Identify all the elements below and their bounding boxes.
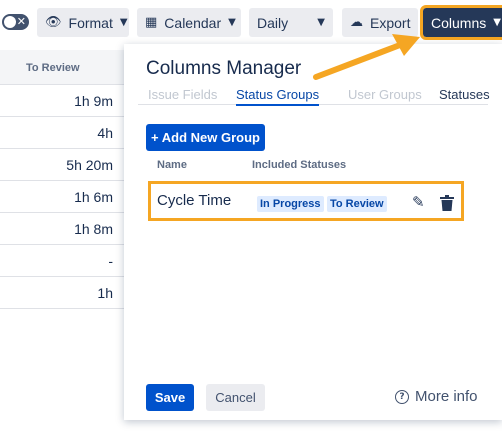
interval-select[interactable]: Daily ▼ — [249, 8, 333, 37]
table-row: 1h 9m — [0, 85, 130, 117]
dialog-title: Columns Manager — [146, 58, 302, 79]
export-button[interactable]: ☁ Export — [342, 8, 418, 37]
tab-bar: Issue Fields Status Groups User Groups S… — [138, 82, 490, 106]
toolbar: ✕ 👁 Format ▼ ▦ Calendar ▼ Daily ▼ ☁ Expo… — [0, 0, 502, 44]
table-row: - — [0, 245, 130, 277]
column-header-statuses: Included Statuses — [252, 159, 347, 171]
column-header-name: Name — [157, 159, 187, 171]
chevron-down-icon: ▼ — [493, 17, 501, 28]
trash-icon[interactable] — [440, 195, 454, 211]
view-toggle[interactable]: ✕ — [2, 14, 29, 30]
chevron-down-icon: ▼ — [119, 17, 128, 28]
format-label: Format — [68, 14, 113, 31]
status-lozenge: In Progress — [257, 196, 324, 212]
close-icon: ✕ — [16, 15, 26, 28]
question-circle-icon: ? — [395, 389, 409, 404]
cloud-download-icon: ☁ — [350, 15, 363, 30]
eye-icon: 👁 — [45, 15, 62, 30]
more-info-label: More info — [415, 388, 478, 405]
save-button[interactable]: Save — [146, 384, 194, 411]
tab-status-groups[interactable]: Status Groups — [236, 87, 320, 106]
status-group-row: Cycle Time In Progress To Review ✎ — [148, 181, 464, 221]
table-row: 5h 20m — [0, 149, 130, 181]
group-name: Cycle Time — [157, 192, 232, 209]
chevron-down-icon: ▼ — [317, 17, 325, 28]
table-row: 1h 6m — [0, 181, 130, 213]
table-header: To Review — [0, 50, 130, 85]
columns-manager-dialog: Columns Manager Issue Fields Status Grou… — [124, 44, 502, 420]
format-button[interactable]: 👁 Format ▼ — [37, 8, 129, 37]
tab-statuses[interactable]: Statuses — [439, 87, 490, 102]
export-label: Export — [370, 14, 411, 31]
toggle-knob — [4, 16, 16, 28]
cancel-button[interactable]: Cancel — [206, 384, 265, 411]
interval-label: Daily — [257, 14, 289, 31]
calendar-button[interactable]: ▦ Calendar ▼ — [137, 8, 241, 37]
table-row: 1h — [0, 277, 130, 309]
chevron-down-icon: ▼ — [228, 17, 236, 28]
calendar-icon: ▦ — [145, 15, 158, 30]
add-new-group-button[interactable]: + Add New Group — [146, 124, 265, 151]
pencil-icon[interactable]: ✎ — [412, 193, 425, 211]
more-info-link[interactable]: ? More info — [395, 388, 478, 405]
tab-user-groups[interactable]: User Groups — [348, 87, 422, 102]
columns-button[interactable]: Columns ▼ — [420, 5, 502, 40]
table-row: 1h 8m — [0, 213, 130, 245]
tab-issue-fields[interactable]: Issue Fields — [148, 87, 217, 102]
columns-label: Columns — [431, 14, 487, 31]
timesheet-table: To Review 1h 9m 4h 5h 20m 1h 6m 1h 8m - … — [0, 50, 130, 309]
table-row: 4h — [0, 117, 130, 149]
status-lozenge: To Review — [327, 196, 387, 212]
calendar-label: Calendar — [164, 14, 222, 31]
